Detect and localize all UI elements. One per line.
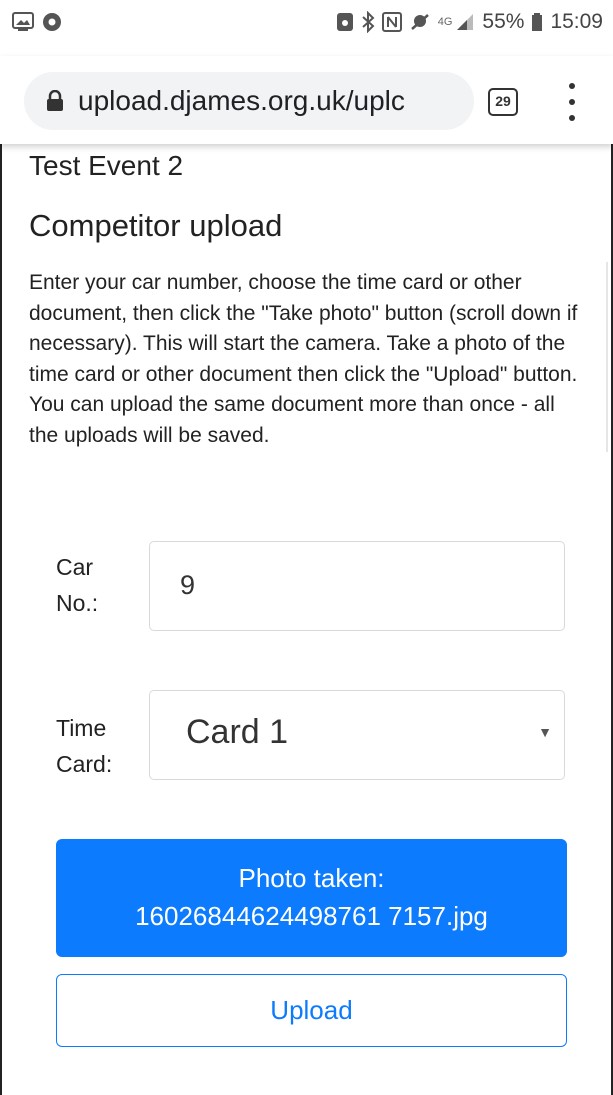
time-card-row: Time Card: Card 1 ▼ bbox=[29, 690, 589, 790]
car-number-value[interactable]: 9 bbox=[180, 570, 195, 601]
battery-icon bbox=[532, 13, 543, 31]
time-card-label: Time Card: bbox=[56, 710, 136, 782]
page-title: Competitor upload bbox=[29, 208, 283, 243]
event-title: Test Event 2 bbox=[29, 150, 184, 181]
photo-button-line2: 16026844624498761 7157.jpg bbox=[135, 901, 488, 931]
address-bar[interactable]: upload.djames.org.uk/uplc bbox=[24, 72, 474, 130]
lock-notification-icon bbox=[336, 13, 353, 31]
car-number-label: Car No.: bbox=[56, 549, 136, 621]
time-card-label-line1: Time bbox=[56, 715, 107, 741]
time-card-selected[interactable]: Card 1 bbox=[186, 713, 288, 752]
car-number-input[interactable]: 9 bbox=[149, 541, 565, 631]
url-text[interactable]: upload.djames.org.uk/uplc bbox=[78, 85, 405, 117]
scrollbar[interactable] bbox=[606, 262, 608, 452]
network-type: 4G bbox=[437, 16, 453, 28]
vibrate-mute-icon bbox=[410, 14, 429, 30]
car-number-label-line1: Car bbox=[56, 554, 94, 580]
battery-percent: 55% bbox=[482, 10, 525, 33]
time-card-label-line2: Card: bbox=[56, 751, 113, 777]
camera-notification-icon bbox=[43, 13, 61, 31]
take-photo-button[interactable]: Photo taken: 16026844624498761 7157.jpg bbox=[56, 839, 567, 957]
bluetooth-icon bbox=[362, 11, 375, 33]
gallery-notification-icon bbox=[12, 12, 34, 31]
signal-icon bbox=[457, 14, 474, 30]
more-options-icon[interactable] bbox=[562, 80, 582, 124]
tab-switcher-button[interactable]: 29 bbox=[488, 88, 518, 116]
clock: 15:09 bbox=[550, 10, 603, 33]
car-number-label-line2: No.: bbox=[56, 590, 99, 616]
chevron-down-icon[interactable]: ▼ bbox=[538, 724, 552, 740]
status-bar-indicators: 4G 55% 15:09 bbox=[336, 10, 603, 34]
browser-toolbar: upload.djames.org.uk/uplc 29 bbox=[0, 56, 613, 144]
lock-icon[interactable] bbox=[46, 90, 64, 112]
status-bar: 4G 55% 15:09 bbox=[0, 0, 613, 56]
upload-button[interactable]: Upload bbox=[56, 974, 567, 1047]
nfc-icon bbox=[381, 12, 402, 32]
instructions-text: Enter your car number, choose the time c… bbox=[29, 271, 578, 447]
car-number-row: Car No.: 9 bbox=[29, 541, 589, 641]
time-card-select[interactable]: Card 1 ▼ bbox=[149, 690, 565, 780]
status-bar-notifications bbox=[12, 12, 62, 32]
photo-button-line1: Photo taken: bbox=[238, 863, 385, 893]
